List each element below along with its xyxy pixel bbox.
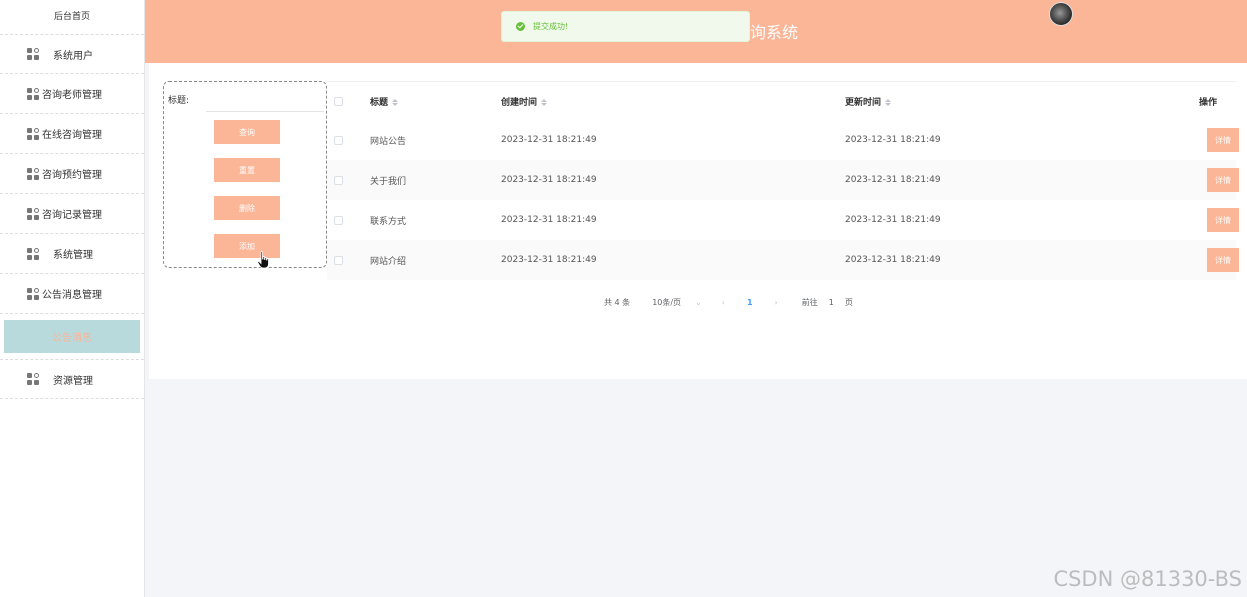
page-unit-label: 页 — [844, 298, 853, 307]
sidebar-item-label: 咨询老师管理 — [42, 90, 102, 101]
cell-title: 关于我们 — [370, 176, 407, 187]
page-number-current[interactable]: 1 — [747, 298, 753, 307]
detail-button[interactable]: 详情 — [1207, 248, 1239, 272]
row-checkbox[interactable] — [334, 135, 343, 145]
sidebar-item-label: 在线咨询管理 — [42, 130, 102, 141]
sidebar: 后台首页 系统用户 咨询老师管理 在线咨询管理 咨询预约管理 咨询记录管理 系统… — [0, 0, 145, 597]
table-row: 网站公告 2023-12-31 18:21:49 2023-12-31 18:2… — [327, 120, 1239, 160]
cell-updated: 2023-12-31 18:21:49 — [845, 175, 941, 185]
app-grid-icon — [27, 247, 39, 260]
cell-created: 2023-12-31 18:21:49 — [501, 175, 597, 185]
prev-page-button[interactable]: ‹ — [722, 298, 725, 307]
goto-label: 前往 — [801, 298, 818, 307]
detail-button[interactable]: 详情 — [1207, 128, 1239, 152]
hand-cursor-icon — [257, 251, 269, 269]
search-title-input[interactable] — [206, 88, 324, 112]
sidebar-item-label: 咨询预约管理 — [42, 170, 102, 181]
app-grid-icon — [27, 127, 39, 140]
cell-updated: 2023-12-31 18:21:49 — [845, 215, 941, 225]
row-checkbox[interactable] — [334, 215, 343, 225]
sidebar-item-system-users[interactable]: 系统用户 — [0, 34, 144, 74]
cell-created: 2023-12-31 18:21:49 — [501, 135, 597, 145]
sidebar-subitem-notice[interactable]: 公告消息 — [4, 320, 140, 353]
avatar[interactable] — [1049, 2, 1073, 26]
table-row: 关于我们 2023-12-31 18:21:49 2023-12-31 18:2… — [327, 160, 1239, 200]
sort-icon[interactable] — [541, 98, 548, 106]
check-circle-icon — [516, 22, 525, 31]
sort-icon[interactable] — [392, 98, 399, 106]
app-grid-icon — [27, 207, 39, 220]
search-panel: 标题: 查询 重置 删除 添加 — [163, 81, 327, 268]
page-size-select[interactable]: 10条/页 ⌄ — [652, 297, 702, 308]
cell-updated: 2023-12-31 18:21:49 — [845, 255, 941, 265]
sidebar-item-records[interactable]: 咨询记录管理 — [0, 194, 144, 234]
delete-button[interactable]: 删除 — [214, 196, 280, 220]
cell-title: 网站公告 — [370, 136, 407, 147]
app-grid-icon — [27, 373, 39, 385]
sidebar-item-label: 系统用户 — [53, 50, 93, 62]
sort-icon[interactable] — [885, 98, 892, 106]
sidebar-item-label: 咨询记录管理 — [42, 210, 102, 221]
cell-created: 2023-12-31 18:21:49 — [501, 255, 597, 265]
sidebar-item-label: 系统管理 — [53, 250, 93, 261]
success-toast: 提交成功! — [501, 11, 750, 42]
sidebar-item-label: 资源管理 — [53, 375, 93, 387]
sidebar-item-online-consult[interactable]: 在线咨询管理 — [0, 114, 144, 154]
next-page-button[interactable]: › — [775, 298, 778, 307]
column-header-created[interactable]: 创建时间 — [501, 95, 845, 108]
pagination-total: 共 4 条 — [604, 298, 631, 307]
column-header-title[interactable]: 标题 — [370, 95, 501, 108]
app-grid-icon — [27, 167, 39, 180]
detail-button[interactable]: 详情 — [1207, 168, 1239, 192]
cell-title: 联系方式 — [370, 216, 407, 227]
sidebar-item-label: 公告消息管理 — [42, 290, 102, 301]
app-grid-icon — [27, 87, 39, 100]
chevron-down-icon: ⌄ — [695, 298, 702, 307]
app-grid-icon — [27, 48, 39, 60]
column-header-op: 操作 — [1199, 97, 1218, 108]
sidebar-item-notice-manage[interactable]: 公告消息管理 — [0, 274, 144, 314]
sidebar-home[interactable]: 后台首页 — [0, 0, 144, 34]
sidebar-item-teachers[interactable]: 咨询老师管理 — [0, 74, 144, 114]
watermark: CSDN @81330-BS — [1053, 567, 1242, 591]
sidebar-item-appointments[interactable]: 咨询预约管理 — [0, 154, 144, 194]
notice-table: 标题 创建时间 更新时间 操作 网站公告 2023-12-31 18:21:49… — [327, 81, 1239, 280]
cell-created: 2023-12-31 18:21:49 — [501, 215, 597, 225]
row-checkbox[interactable] — [334, 175, 343, 185]
select-all-checkbox[interactable] — [334, 96, 343, 106]
goto-page-input[interactable]: 1 — [829, 298, 834, 307]
cell-updated: 2023-12-31 18:21:49 — [845, 135, 941, 145]
app-grid-icon — [27, 287, 39, 300]
row-checkbox[interactable] — [334, 255, 343, 265]
search-title-label: 标题: — [168, 96, 190, 106]
sidebar-item-resources[interactable]: 资源管理 — [0, 359, 144, 399]
sidebar-item-system-manage[interactable]: 系统管理 — [0, 234, 144, 274]
reset-button[interactable]: 重置 — [214, 158, 280, 182]
column-header-updated[interactable]: 更新时间 — [845, 95, 1190, 108]
page-title: 询系统 — [750, 23, 799, 42]
table-row: 联系方式 2023-12-31 18:21:49 2023-12-31 18:2… — [327, 200, 1239, 240]
cell-title: 网站介绍 — [370, 256, 407, 267]
table-header: 标题 创建时间 更新时间 操作 — [327, 81, 1236, 120]
detail-button[interactable]: 详情 — [1207, 208, 1239, 232]
pagination: 共 4 条 10条/页 ⌄ ‹ 1 › 前往 1 页 — [604, 297, 853, 308]
toast-message: 提交成功! — [533, 22, 569, 31]
table-row: 网站介绍 2023-12-31 18:21:49 2023-12-31 18:2… — [327, 240, 1239, 280]
query-button[interactable]: 查询 — [214, 120, 280, 144]
